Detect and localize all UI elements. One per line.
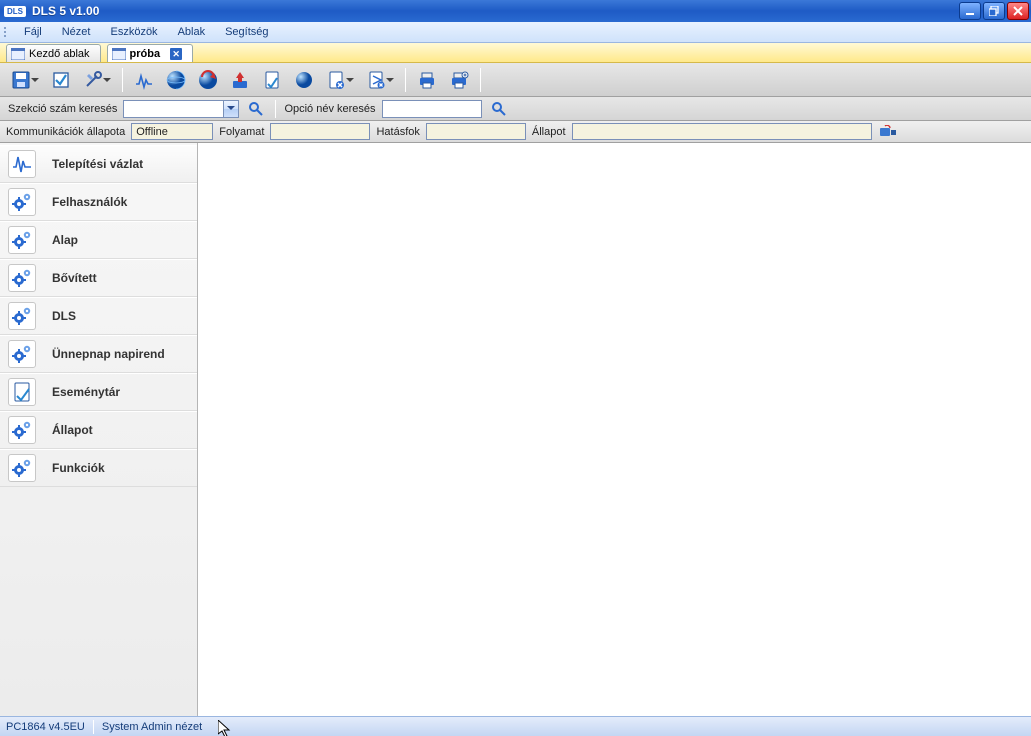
upload-button[interactable] bbox=[225, 66, 255, 94]
state-label: Állapot bbox=[532, 126, 566, 138]
close-button[interactable] bbox=[1007, 2, 1029, 20]
sidebar-item-label: Funkciók bbox=[52, 461, 105, 475]
gear-icon bbox=[8, 302, 36, 330]
tab-icon bbox=[11, 48, 25, 60]
option-search-button[interactable] bbox=[488, 99, 510, 119]
sidebar-item-label: Állapot bbox=[52, 423, 93, 437]
section-dropdown-button[interactable] bbox=[223, 100, 239, 118]
state-value bbox=[572, 123, 872, 140]
tab-label: próba bbox=[130, 48, 161, 60]
sidebar-item-holiday-schedule[interactable]: Ünnepnap napirend bbox=[0, 335, 197, 373]
statusbar: PC1864 v4.5EU System Admin nézet bbox=[0, 716, 1031, 736]
content-area bbox=[198, 143, 1031, 716]
menubar: Fájl Nézet Eszközök Ablak Segítség bbox=[0, 22, 1031, 43]
sidebar-item-label: Ünnepnap napirend bbox=[52, 347, 165, 361]
panel-model: PC1864 v4.5EU bbox=[6, 721, 85, 733]
gear-icon bbox=[8, 416, 36, 444]
menu-help[interactable]: Segítség bbox=[215, 22, 278, 42]
page-config-button[interactable] bbox=[361, 66, 399, 94]
tabstrip: Kezdő ablak próba ✕ bbox=[0, 43, 1031, 63]
sidebar-item-label: Eseménytár bbox=[52, 385, 120, 399]
sidebar-item-label: DLS bbox=[52, 309, 76, 323]
page-check-icon bbox=[8, 378, 36, 406]
sidebar-item-label: Alap bbox=[52, 233, 78, 247]
sidebar-item-basic[interactable]: Alap bbox=[0, 221, 197, 259]
restore-button[interactable] bbox=[983, 2, 1005, 20]
sidebar-item-dls[interactable]: DLS bbox=[0, 297, 197, 335]
gear-icon bbox=[8, 340, 36, 368]
app-badge: DLS bbox=[4, 6, 26, 17]
gear-icon bbox=[8, 226, 36, 254]
menu-window[interactable]: Ablak bbox=[168, 22, 216, 42]
comm-icon[interactable] bbox=[878, 123, 898, 141]
tools-button[interactable] bbox=[78, 66, 116, 94]
sidebar-item-status[interactable]: Állapot bbox=[0, 411, 197, 449]
section-search-button[interactable] bbox=[245, 99, 267, 119]
option-search-label: Opció név keresés bbox=[284, 103, 375, 115]
world-small-button[interactable] bbox=[289, 66, 319, 94]
tab-proba[interactable]: próba ✕ bbox=[107, 44, 194, 62]
section-search-input[interactable] bbox=[123, 100, 223, 118]
process-value bbox=[270, 123, 370, 140]
section-search-label: Szekció szám keresés bbox=[8, 103, 117, 115]
efficacy-label: Hatásfok bbox=[376, 126, 419, 138]
globe-sync-button[interactable] bbox=[193, 66, 223, 94]
page-del-button[interactable] bbox=[321, 66, 359, 94]
tab-icon bbox=[112, 48, 126, 60]
print-setup-button[interactable] bbox=[444, 66, 474, 94]
sidebar-item-advanced[interactable]: Bővített bbox=[0, 259, 197, 297]
menu-tools[interactable]: Eszközök bbox=[100, 22, 167, 42]
sidebar-item-users[interactable]: Felhasználók bbox=[0, 183, 197, 221]
sidebar-item-label: Bővített bbox=[52, 271, 97, 285]
gear-icon bbox=[8, 454, 36, 482]
view-mode: System Admin nézet bbox=[102, 721, 202, 733]
sidebar-item-label: Telepítési vázlat bbox=[52, 157, 143, 171]
body: Telepítési vázlat Felhasználók Alap Bőví… bbox=[0, 143, 1031, 716]
save-button[interactable] bbox=[6, 66, 44, 94]
sidebar-item-event-log[interactable]: Eseménytár bbox=[0, 373, 197, 411]
menubar-grip bbox=[4, 22, 10, 42]
checkbox-button[interactable] bbox=[46, 66, 76, 94]
signal-button[interactable] bbox=[129, 66, 159, 94]
print-button[interactable] bbox=[412, 66, 442, 94]
menu-view[interactable]: Nézet bbox=[52, 22, 101, 42]
waveform-icon bbox=[8, 150, 36, 178]
sidebar-item-label: Felhasználók bbox=[52, 195, 127, 209]
comm-status-row: Kommunikációk állapota Offline Folyamat … bbox=[0, 121, 1031, 143]
search-separator bbox=[275, 100, 276, 118]
sidebar: Telepítési vázlat Felhasználók Alap Bőví… bbox=[0, 143, 198, 716]
toolbar-separator bbox=[480, 68, 481, 92]
menu-file[interactable]: Fájl bbox=[14, 22, 52, 42]
process-label: Folyamat bbox=[219, 126, 264, 138]
page-check-button[interactable] bbox=[257, 66, 287, 94]
sidebar-item-install-sketch[interactable]: Telepítési vázlat bbox=[0, 145, 197, 183]
statusbar-separator bbox=[93, 720, 94, 734]
titlebar: DLS DLS 5 v1.00 bbox=[0, 0, 1031, 22]
section-search-combo[interactable] bbox=[123, 100, 239, 118]
sidebar-item-functions[interactable]: Funkciók bbox=[0, 449, 197, 487]
search-row: Szekció szám keresés Opció név keresés bbox=[0, 97, 1031, 121]
minimize-button[interactable] bbox=[959, 2, 981, 20]
toolbar-separator bbox=[405, 68, 406, 92]
window-title: DLS 5 v1.00 bbox=[32, 4, 99, 18]
option-search-input[interactable] bbox=[382, 100, 482, 118]
tab-label: Kezdő ablak bbox=[29, 48, 90, 60]
toolbar-separator bbox=[122, 68, 123, 92]
comm-status-value: Offline bbox=[131, 123, 213, 140]
globe-button[interactable] bbox=[161, 66, 191, 94]
gear-icon bbox=[8, 264, 36, 292]
efficacy-value bbox=[426, 123, 526, 140]
comm-status-label: Kommunikációk állapota bbox=[6, 126, 125, 138]
tab-start[interactable]: Kezdő ablak bbox=[6, 44, 101, 62]
gear-icon bbox=[8, 188, 36, 216]
toolbar bbox=[0, 63, 1031, 97]
tab-close-button[interactable]: ✕ bbox=[170, 48, 182, 60]
